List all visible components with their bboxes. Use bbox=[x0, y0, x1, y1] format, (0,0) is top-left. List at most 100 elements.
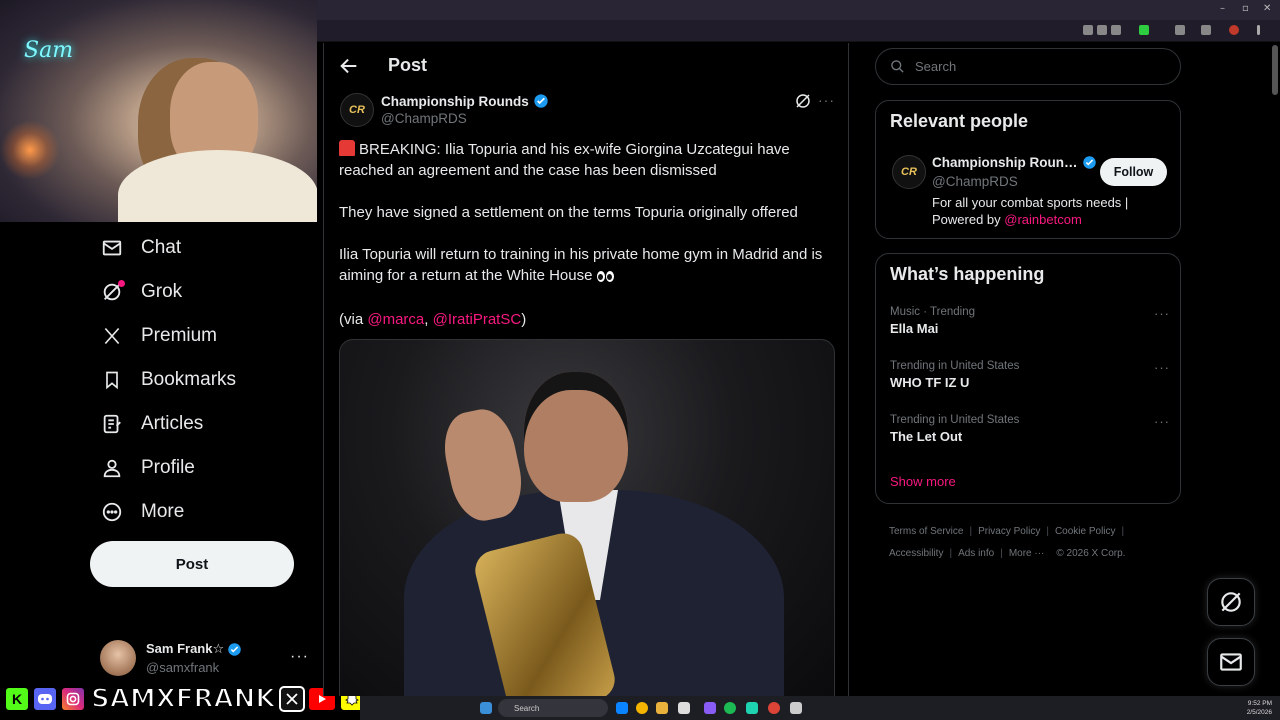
minimize-button[interactable]: – bbox=[1220, 3, 1225, 14]
discord-icon bbox=[32, 686, 58, 712]
close-window-button[interactable]: ✕ bbox=[1263, 3, 1271, 14]
post-image[interactable] bbox=[339, 339, 835, 696]
webcam-overlay: Sam bbox=[0, 0, 317, 222]
chrome-active-icon[interactable] bbox=[768, 702, 780, 714]
clock-time: 9:52 PM bbox=[1247, 700, 1272, 707]
nav-item-more[interactable]: More bbox=[100, 494, 184, 530]
author-name[interactable]: Championship Rounds bbox=[381, 93, 549, 109]
relevant-bio: For all your combat sports needs | Power… bbox=[932, 194, 1168, 228]
nav-item-profile[interactable]: Profile bbox=[100, 450, 195, 486]
spotify-icon[interactable] bbox=[724, 702, 736, 714]
relevant-avatar[interactable]: CR bbox=[892, 155, 926, 189]
nav-item-articles[interactable]: Articles bbox=[100, 406, 203, 442]
show-more-link[interactable]: Show more bbox=[890, 474, 956, 489]
nav-item-chat[interactable]: Chat bbox=[100, 230, 181, 266]
profile-avatar-icon[interactable] bbox=[1229, 25, 1239, 35]
nav-item-grok[interactable]: Grok bbox=[100, 274, 182, 310]
search-input[interactable]: Search bbox=[875, 48, 1181, 85]
card-title: Relevant people bbox=[890, 111, 1029, 131]
cast-icon[interactable] bbox=[1097, 25, 1107, 35]
app-icon[interactable] bbox=[746, 702, 758, 714]
mail-icon bbox=[1220, 653, 1242, 671]
mention-link[interactable]: @rainbetcom bbox=[1004, 212, 1082, 227]
page-title: Post bbox=[388, 55, 428, 75]
card-title: What’s happening bbox=[890, 264, 1045, 284]
trend-item[interactable]: Trending in United States The Let Out ··… bbox=[890, 414, 1170, 444]
user-handle: @samxfrank bbox=[146, 660, 220, 675]
copyright: © 2026 X Corp. bbox=[1056, 548, 1126, 559]
taskbar-clock[interactable]: 9:52 PM 2/5/2026 bbox=[1247, 699, 1272, 717]
mail-icon bbox=[100, 236, 124, 260]
app-icon[interactable] bbox=[790, 702, 802, 714]
grok-fab-button[interactable] bbox=[1207, 578, 1255, 626]
post-detail-column: Post CR Championship Rounds @ChampRDS ··… bbox=[323, 43, 849, 696]
footer-more-link[interactable]: More ··· bbox=[1009, 548, 1045, 559]
follow-button[interactable]: Follow bbox=[1100, 158, 1167, 186]
extensions-icon[interactable] bbox=[1175, 25, 1185, 35]
nav-label: Grok bbox=[141, 281, 183, 302]
article-icon bbox=[100, 412, 124, 436]
scrollbar[interactable] bbox=[1272, 45, 1278, 95]
taskbar-search[interactable]: Search bbox=[498, 699, 608, 717]
relevant-name[interactable]: Championship Roun… bbox=[932, 155, 1097, 170]
user-name: Sam Frank☆ bbox=[146, 641, 242, 657]
post-text-breaking: BREAKING: Ilia Topuria and his ex-wife G… bbox=[339, 141, 790, 179]
maximize-button[interactable]: ▫ bbox=[1242, 3, 1249, 14]
trend-name: WHO TF IZ U bbox=[890, 375, 970, 390]
neon-sign: Sam bbox=[24, 38, 74, 63]
account-switcher[interactable]: Sam Frank☆ @samxfrank ··· bbox=[100, 636, 310, 680]
chrome-icon[interactable] bbox=[636, 702, 648, 714]
back-arrow-icon[interactable] bbox=[338, 55, 360, 77]
author-handle[interactable]: @ChampRDS bbox=[381, 111, 467, 126]
folder-icon[interactable] bbox=[656, 702, 668, 714]
x-logo-icon bbox=[278, 686, 305, 712]
sidebar-icon[interactable] bbox=[1201, 25, 1211, 35]
mention-link[interactable]: @marca bbox=[367, 311, 424, 328]
cookie-link[interactable]: Cookie Policy bbox=[1055, 526, 1116, 537]
trend-meta: Trending in United States bbox=[890, 414, 1020, 426]
terms-link[interactable]: Terms of Service bbox=[889, 526, 963, 537]
trend-meta: Trending in United States bbox=[890, 360, 1020, 372]
nav-label: Articles bbox=[141, 413, 204, 434]
os-taskbar: Search 9:52 PM 2/5/2026 bbox=[360, 696, 1280, 720]
messages-fab-button[interactable] bbox=[1207, 638, 1255, 686]
post-button[interactable]: Post bbox=[90, 541, 294, 587]
image-head bbox=[524, 372, 628, 502]
trend-item[interactable]: Music · Trending Ella Mai ··· bbox=[890, 306, 1170, 336]
footer-links: Terms of Service | Privacy Policy | Cookie P… bbox=[889, 526, 1126, 559]
search-icon bbox=[891, 60, 904, 73]
trend-item[interactable]: Trending in United States WHO TF IZ U ··… bbox=[890, 360, 1170, 390]
post-more-icon[interactable]: ··· bbox=[818, 92, 835, 108]
account-more-icon[interactable]: ··· bbox=[290, 648, 309, 666]
star-icon[interactable] bbox=[1111, 25, 1121, 35]
post-paragraph: They have signed a settlement on the ter… bbox=[339, 202, 839, 223]
grok-icon[interactable] bbox=[794, 92, 812, 110]
store-icon[interactable] bbox=[678, 702, 690, 714]
privacy-link[interactable]: Privacy Policy bbox=[978, 526, 1040, 537]
zoom-icon[interactable] bbox=[1083, 25, 1093, 35]
more-circle-icon bbox=[100, 500, 124, 524]
post-text-return: Ilia Topuria will return to training in … bbox=[339, 246, 823, 284]
nav-item-premium[interactable]: Premium bbox=[100, 318, 217, 354]
accessibility-link[interactable]: Accessibility bbox=[889, 548, 943, 559]
ads-info-link[interactable]: Ads info bbox=[958, 548, 994, 559]
post-paragraph: BREAKING: Ilia Topuria and his ex-wife G… bbox=[339, 139, 839, 181]
trend-more-icon[interactable]: ··· bbox=[1154, 360, 1170, 375]
relevant-handle[interactable]: @ChampRDS bbox=[932, 174, 1018, 189]
avatar bbox=[100, 640, 136, 676]
via-prefix: (via bbox=[339, 311, 368, 328]
nav-item-bookmarks[interactable]: Bookmarks bbox=[100, 362, 236, 398]
start-icon[interactable] bbox=[480, 702, 492, 714]
author-name-text: Championship Rounds bbox=[381, 93, 529, 109]
room-lights bbox=[0, 120, 60, 180]
streamer-body bbox=[118, 150, 317, 222]
verified-icon bbox=[534, 94, 548, 108]
author-avatar[interactable]: CR bbox=[340, 93, 374, 127]
extension-icon[interactable] bbox=[1139, 25, 1149, 35]
edge-icon[interactable] bbox=[616, 702, 628, 714]
mention-link[interactable]: @IratiPratSC bbox=[433, 311, 522, 328]
menu-icon[interactable] bbox=[1257, 25, 1260, 35]
app-icon[interactable] bbox=[704, 702, 716, 714]
trend-more-icon[interactable]: ··· bbox=[1154, 414, 1170, 429]
trend-more-icon[interactable]: ··· bbox=[1154, 306, 1170, 321]
